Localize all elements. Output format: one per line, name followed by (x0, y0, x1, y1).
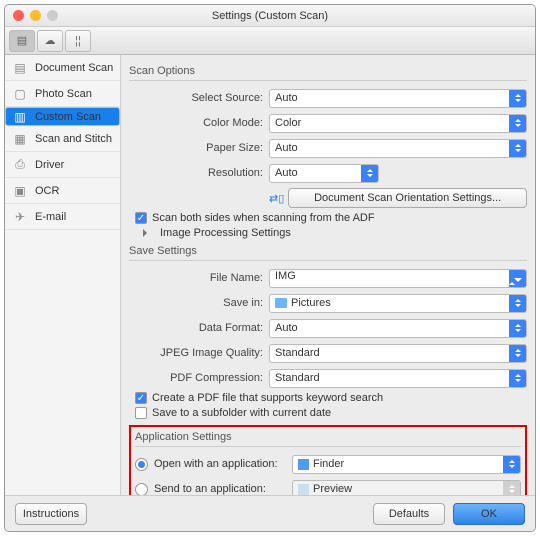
instructions-button[interactable]: Instructions (15, 503, 87, 525)
jpeg-quality-select[interactable]: Standard (269, 344, 527, 363)
document-icon: ▤ (11, 61, 29, 75)
sidebar-item-scan-stitch[interactable]: ▦Scan and Stitch (5, 126, 120, 152)
app-settings-heading: Application Settings (135, 431, 521, 443)
open-with-select[interactable]: Finder (292, 455, 521, 474)
tab-cloud-icon[interactable]: ☁ (37, 30, 63, 52)
pdf-compression-select[interactable]: Standard (269, 369, 527, 388)
checkbox-off-icon (135, 407, 147, 419)
file-name-input[interactable]: IMG (269, 269, 527, 288)
pdf-keyword-checkbox[interactable]: ✓Create a PDF file that supports keyword… (135, 392, 527, 404)
driver-icon: ⎙ (11, 158, 29, 172)
sidebar-item-driver[interactable]: ⎙Driver (5, 152, 120, 178)
sidebar-item-ocr[interactable]: ▣OCR (5, 178, 120, 204)
orientation-settings-button[interactable]: Document Scan Orientation Settings... (288, 188, 527, 208)
footer: Instructions Defaults OK (5, 495, 535, 531)
app-settings-highlight: Application Settings Open with an applic… (129, 425, 527, 495)
sidebar-item-custom-scan[interactable]: ▥Custom Scan (5, 107, 120, 126)
sidebar-item-photo-scan[interactable]: ▢Photo Scan (5, 81, 120, 107)
defaults-button[interactable]: Defaults (373, 503, 445, 525)
color-mode[interactable]: Color (269, 114, 527, 133)
sidebar: ▤Document Scan ▢Photo Scan ▥Custom Scan … (5, 55, 121, 495)
image-processing-toggle[interactable]: Image Processing Settings (143, 227, 527, 239)
radio-off-icon (135, 483, 148, 496)
toolbar: ▤ ☁ ¦¦ (5, 27, 535, 55)
resolution[interactable]: Auto (269, 164, 379, 183)
radio-open-with-app[interactable]: Open with an application:Finder (135, 453, 521, 475)
close-icon[interactable] (13, 10, 24, 21)
save-settings-heading: Save Settings (129, 245, 527, 257)
ocr-icon: ▣ (11, 184, 29, 198)
select-source[interactable]: Auto (269, 89, 527, 108)
radio-send-to-app[interactable]: Send to an application:Preview (135, 478, 521, 495)
ok-button[interactable]: OK (453, 503, 525, 525)
sidebar-item-document-scan[interactable]: ▤Document Scan (5, 55, 120, 81)
preview-icon (298, 484, 309, 495)
checkbox-on-icon: ✓ (135, 212, 147, 224)
minimize-icon[interactable] (30, 10, 41, 21)
subfolder-checkbox[interactable]: Save to a subfolder with current date (135, 407, 527, 419)
photo-icon: ▢ (11, 87, 29, 101)
tab-prefs-icon[interactable]: ¦¦ (65, 30, 91, 52)
disclosure-triangle-icon (143, 229, 151, 237)
scan-options-heading: Scan Options (129, 65, 527, 77)
email-icon: ✈ (11, 210, 29, 224)
folder-icon (275, 298, 287, 308)
stitch-icon: ▦ (11, 132, 29, 146)
paper-size[interactable]: Auto (269, 139, 527, 158)
settings-window: Settings (Custom Scan) ▤ ☁ ¦¦ ▤Document … (4, 4, 536, 532)
sidebar-item-email[interactable]: ✈E-mail (5, 204, 120, 230)
data-format-select[interactable]: Auto (269, 319, 527, 338)
checkbox-on-icon: ✓ (135, 392, 147, 404)
send-to-app-select: Preview (292, 480, 521, 496)
window-title: Settings (Custom Scan) (212, 10, 328, 22)
zoom-icon (47, 10, 58, 21)
orientation-swap-icon: ⇄▯ (269, 192, 284, 205)
custom-icon: ▥ (11, 110, 29, 124)
save-in-select[interactable]: Pictures (269, 294, 527, 313)
finder-icon (298, 459, 309, 470)
tab-scan-icon[interactable]: ▤ (9, 30, 35, 52)
main-panel: Scan Options Select Source:Auto Color Mo… (121, 55, 535, 495)
scan-both-sides-checkbox[interactable]: ✓Scan both sides when scanning from the … (135, 212, 527, 224)
titlebar: Settings (Custom Scan) (5, 5, 535, 27)
radio-on-icon (135, 458, 148, 471)
